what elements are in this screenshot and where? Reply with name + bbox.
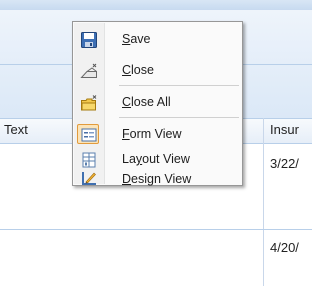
menu-item-label: Close All [122,95,171,109]
menu-separator [119,85,239,86]
close-icon [80,63,97,78]
menu-item-label: Close [122,63,154,77]
menu-item-save[interactable]: Save [74,28,241,52]
row-1-date-cell[interactable]: 3/22/ [270,156,299,171]
menu-separator [119,117,239,118]
save-icon [81,32,97,48]
menu-item-close[interactable]: Close [74,59,241,83]
row-2-date-cell[interactable]: 4/20/ [270,240,299,255]
menu-item-layout-view[interactable]: Layout View [74,148,241,172]
menu-item-design-view-row[interactable]: Design View [74,172,241,196]
row-divider [0,229,312,230]
layout-view-icon [82,152,96,168]
column-header-insurance[interactable]: Insur [270,122,299,137]
menu-item-close-all[interactable]: Close All [74,91,241,115]
menu-item-label: Form View [122,127,182,141]
column-separator [263,118,264,286]
design-view-icon [82,172,96,185]
close-all-icon [81,95,97,111]
menu-item-label: Layout View [122,152,190,166]
context-menu: Save Close Close All Form View Layout Vi… [72,21,243,186]
form-view-icon [81,128,97,142]
menu-item-label: Save [122,32,151,46]
menu-item-label: Design View [122,172,192,186]
column-header-text[interactable]: Text [4,122,28,137]
menu-item-form-view[interactable]: Form View [74,123,241,147]
